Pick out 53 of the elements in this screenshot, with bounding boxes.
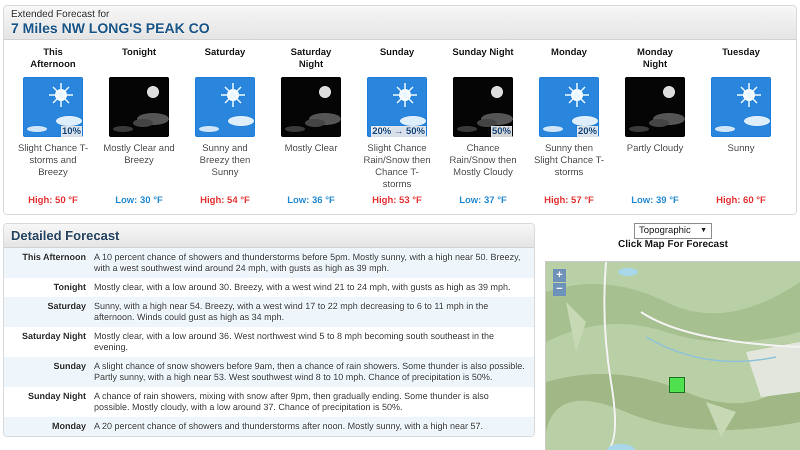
- temperature: High: 53 °F: [372, 195, 422, 206]
- temperature: High: 50 °F: [28, 195, 78, 206]
- period-name: Monday: [550, 47, 588, 60]
- period-label: Saturday Night: [20, 331, 86, 343]
- temperature: High: 57 °F: [544, 195, 594, 206]
- precipitation-chance: 20% → 50%: [371, 126, 426, 137]
- map[interactable]: + −: [545, 261, 800, 450]
- map-caption: Click Map For Forecast: [618, 239, 728, 250]
- temperature: High: 54 °F: [200, 195, 250, 206]
- period-name: Tonight: [120, 47, 158, 60]
- period-name: Tuesday: [721, 47, 761, 60]
- forecast-text: Sunny, with a high near 54. Breezy, with a west wind 17 to 22 mph decreasing to 6 to 11 mph in the afternoon. Winds could gust as high as 34 mph.: [94, 301, 490, 323]
- temperature: Low: 30 °F: [115, 195, 163, 206]
- period-name: This Afternoon: [29, 47, 77, 72]
- temperature: Low: 36 °F: [287, 195, 335, 206]
- period-description: Slight Chance Rain/Snow then Chance T-storms: [362, 143, 432, 192]
- period-label: Sunday: [52, 361, 86, 373]
- temperature: Low: 39 °F: [631, 195, 679, 206]
- forecast-text: A 20 percent chance of showers and thunderstorms after noon. Mostly sunny, with a high near 57.: [94, 421, 484, 432]
- period-description: Partly Cloudy: [626, 143, 684, 156]
- panel-caption: Extended Forecast for: [11, 9, 110, 20]
- forecast-text: Mostly clear, with a low around 30. Breezy, with a west wind 21 to 24 mph, with gusts as high as 39 mph.: [94, 282, 512, 293]
- zoom-out-button[interactable]: −: [553, 283, 566, 296]
- panel-title: Detailed Forecast: [11, 228, 120, 243]
- period-description: Sunny and Breezy then Sunny: [198, 143, 252, 180]
- temperature: Low: 37 °F: [459, 195, 507, 206]
- location-marker: [669, 377, 685, 393]
- period-description: Mostly Clear: [284, 143, 338, 156]
- period-description: Mostly Clear and Breezy: [103, 143, 175, 168]
- precipitation-chance: 50%: [490, 126, 512, 137]
- period-label: Monday: [50, 421, 86, 432]
- precipitation-chance: 20%: [576, 126, 598, 137]
- period-name: Saturday Night: [290, 47, 332, 72]
- zoom-in-button[interactable]: +: [553, 269, 566, 282]
- period-label: Tonight: [52, 282, 86, 293]
- temperature: High: 60 °F: [716, 195, 766, 206]
- precipitation-chance: 10%: [60, 126, 82, 137]
- period-description: Sunny then Slight Chance T-storms: [533, 143, 605, 180]
- period-description: Chance Rain/Snow then Mostly Cloudy: [448, 143, 518, 180]
- period-label: Sunday Night: [27, 391, 86, 403]
- period-description: Sunny: [726, 143, 756, 156]
- period-name: Saturday: [204, 47, 246, 60]
- forecast-text: A 10 percent chance of showers and thunderstorms before 5pm. Mostly sunny, with a high near 50. Breezy, with a west southwest wind around 24 mph, with gusts as high as 39 mph.: [94, 252, 522, 274]
- forecast-text: A slight chance of snow showers before 9am, then a chance of rain showers. Some thunder is also possible. Partly sunny, with a high near 53. West southwest wind 8 to 10 mph. Chance of precipitation is 50%.: [94, 361, 526, 383]
- location-title: 7 Miles NW LONG'S PEAK CO: [11, 20, 211, 36]
- forecast-text: Mostly clear, with a low around 36. West northwest wind 5 to 8 mph becoming south southeast in the evening.: [94, 331, 496, 353]
- period-name: Monday Night: [636, 47, 674, 72]
- period-label: Saturday: [46, 301, 86, 313]
- period-description: Slight Chance T-storms and Breezy: [17, 143, 89, 180]
- forecast-text: A chance of rain showers, mixing with snow after 9pm, then gradually ending. Some thunder is also possible. Mostly cloudy, with a low around 37. Chance of precipitation is 50%.: [94, 391, 490, 413]
- period-name: Sunday: [378, 47, 416, 60]
- period-name: Sunday Night: [452, 47, 514, 60]
- period-label: This Afternoon: [21, 252, 86, 264]
